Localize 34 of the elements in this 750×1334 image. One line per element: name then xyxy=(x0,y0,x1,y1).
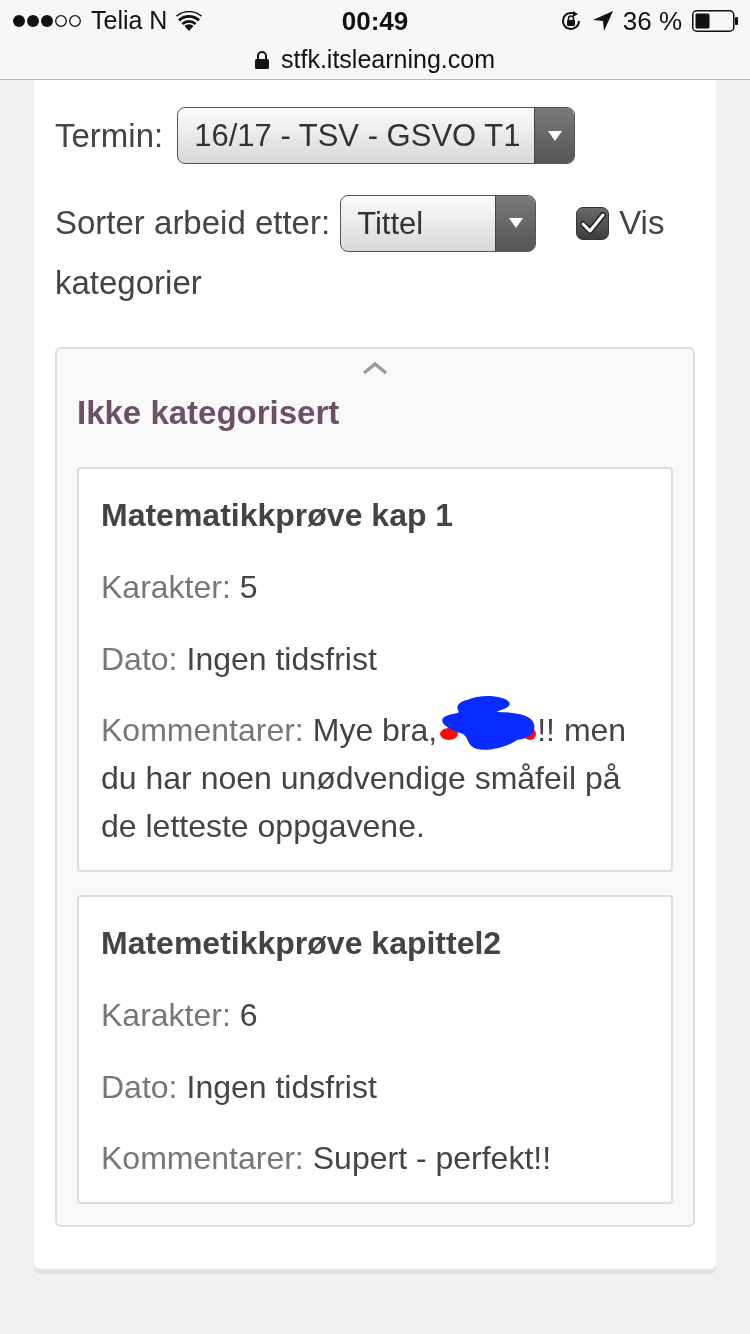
grade-value: 5 xyxy=(239,568,258,607)
signal-strength-icon xyxy=(12,14,82,28)
comment-text: du har noen unødvendige småfeil på de letteste oppgavene. xyxy=(101,759,622,846)
assignment-title[interactable]: Matemetikkprøve kapittel2 xyxy=(101,923,651,963)
show-categories-label[interactable]: Vis xyxy=(619,198,665,248)
comment-label: Kommentarer: xyxy=(101,1139,304,1178)
carrier-name: Telia N xyxy=(91,5,168,37)
location-arrow-icon xyxy=(592,11,613,31)
battery-icon xyxy=(692,10,738,32)
date-label: Dato: xyxy=(101,1068,178,1107)
sort-label: Sorter arbeid etter: xyxy=(55,203,331,244)
grade-value: 6 xyxy=(239,996,258,1035)
comment-text: Supert - perfekt!! xyxy=(312,1139,552,1178)
comment-text: Mye bra, xyxy=(312,711,438,750)
date-label: Dato: xyxy=(101,640,178,679)
term-select[interactable]: 16/17 - TSV - GSVO T1 xyxy=(177,107,576,164)
grade-label: Karakter: xyxy=(101,568,231,607)
checkbox[interactable] xyxy=(576,206,610,240)
category-title: Ikke kategorisert xyxy=(77,393,341,433)
term-label: Termin: xyxy=(55,115,164,156)
wifi-icon xyxy=(176,11,203,31)
assignment-title[interactable]: Matematikkprøve kap 1 xyxy=(101,495,651,535)
page-url[interactable]: stfk.itslearning.com xyxy=(281,41,495,79)
comment-label: Kommentarer: xyxy=(101,711,304,750)
battery-percentage: 36 % xyxy=(622,4,682,38)
lock-icon xyxy=(255,51,269,69)
sort-select[interactable]: Tittel xyxy=(340,194,537,252)
chevron-up-icon[interactable] xyxy=(362,361,388,375)
date-value: Ingen tidsfrist xyxy=(186,1068,377,1107)
grade-label: Karakter: xyxy=(101,996,231,1035)
clock-time: 00:49 xyxy=(341,4,409,38)
comment-text: !! men xyxy=(537,711,627,750)
date-value: Ingen tidsfrist xyxy=(186,640,377,679)
show-categories-label[interactable]: kategorier xyxy=(55,264,202,301)
